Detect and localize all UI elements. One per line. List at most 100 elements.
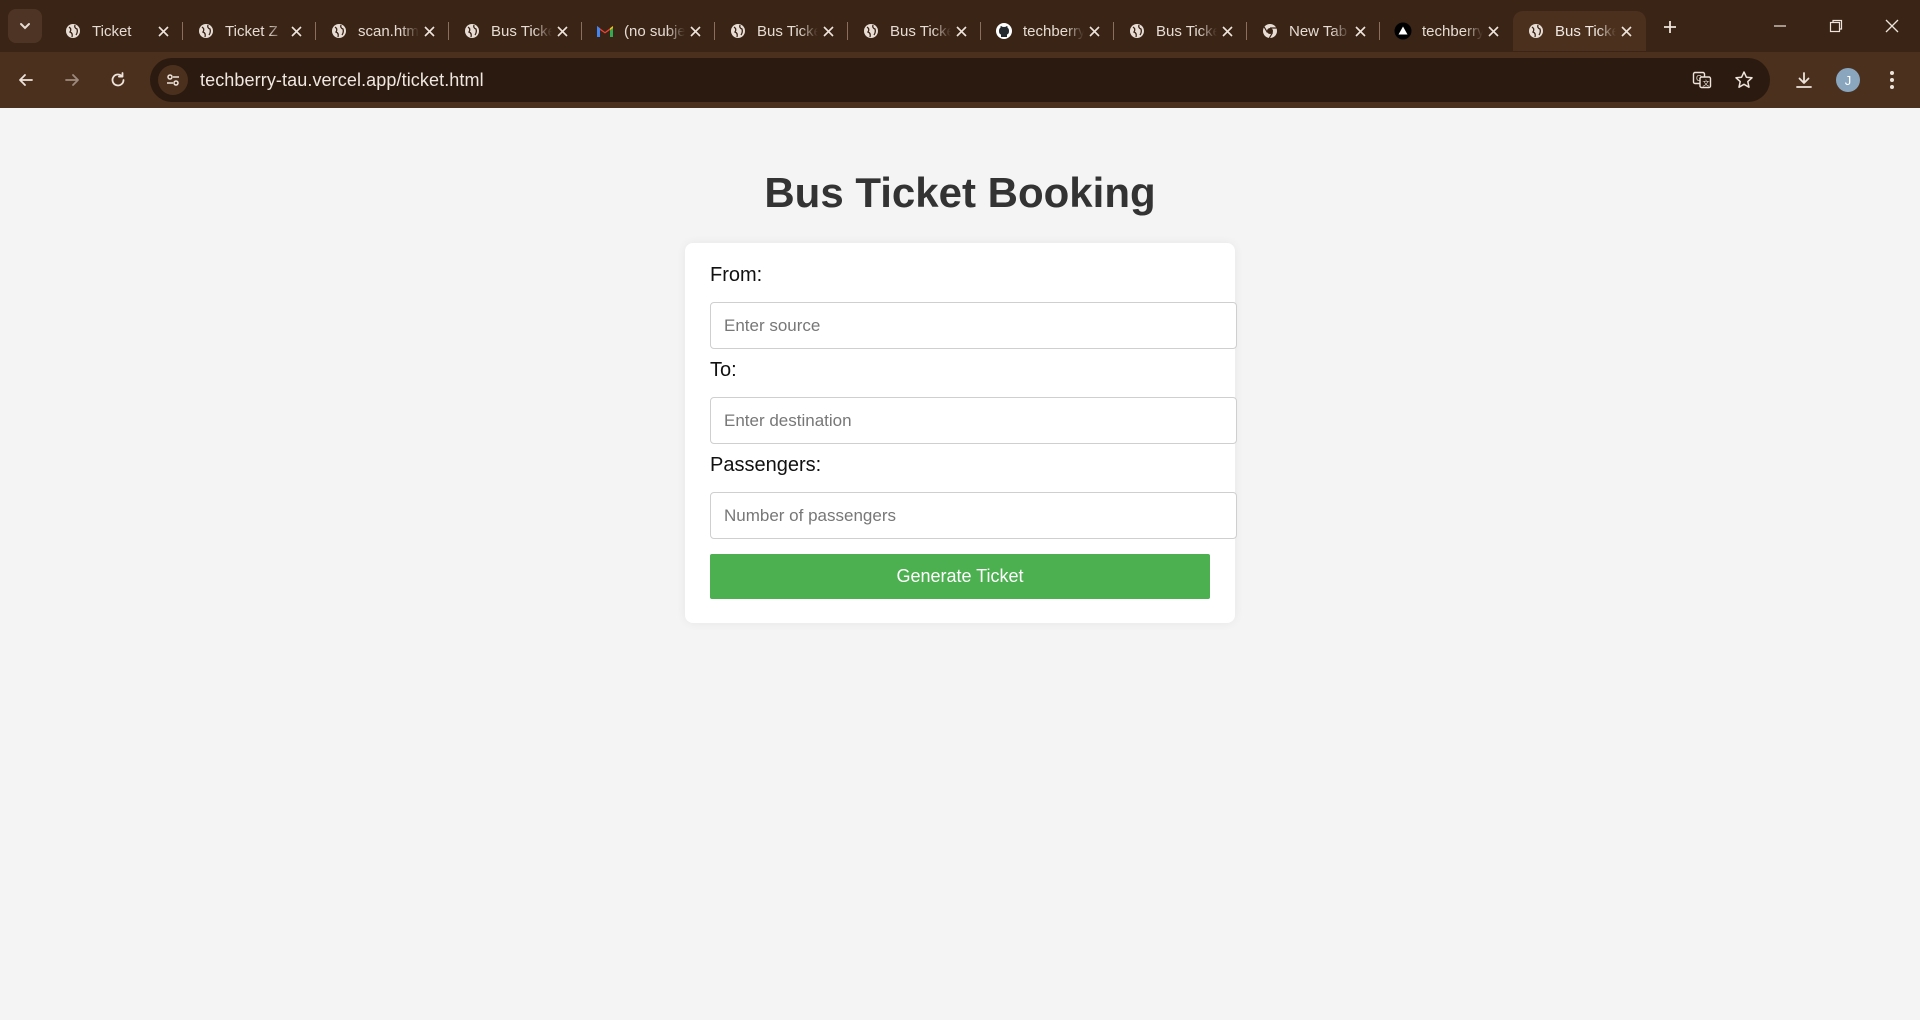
- tab-search-button[interactable]: [8, 9, 42, 43]
- tab-title: Ticket: [92, 22, 132, 40]
- browser-tab[interactable]: scan.html: [315, 11, 449, 51]
- url-text[interactable]: techberry-tau.vercel.app/ticket.html: [200, 70, 484, 91]
- bookmark-button[interactable]: [1728, 64, 1760, 96]
- tab-title: Bus Ticket: [757, 22, 818, 40]
- tab-title: Bus Ticket: [1156, 22, 1217, 40]
- tab-title: Bus Ticket: [491, 22, 552, 40]
- reload-button[interactable]: [98, 60, 138, 100]
- close-tab-button[interactable]: [1084, 21, 1104, 41]
- site-info-button[interactable]: [158, 65, 188, 95]
- close-tab-button[interactable]: [286, 21, 306, 41]
- close-icon: [1885, 19, 1899, 33]
- new-tab-button[interactable]: [1654, 11, 1686, 43]
- close-icon: [556, 25, 568, 37]
- close-tab-button[interactable]: [1217, 21, 1237, 41]
- tab-title: Bus Ticket: [1555, 22, 1616, 40]
- globe-icon: [463, 22, 481, 40]
- close-icon: [1354, 25, 1366, 37]
- vercel-icon: [1394, 22, 1412, 40]
- tab-title: techberry: [1023, 22, 1084, 40]
- close-icon: [822, 25, 834, 37]
- globe-icon: [1527, 22, 1545, 40]
- gmail-icon: [596, 22, 614, 40]
- page-title: Bus Ticket Booking: [764, 169, 1156, 216]
- browser-tab[interactable]: techberry: [1379, 11, 1513, 51]
- to-input[interactable]: [710, 397, 1237, 444]
- globe-icon: [197, 22, 215, 40]
- download-icon: [1796, 72, 1812, 88]
- generate-ticket-button[interactable]: Generate Ticket: [710, 554, 1210, 599]
- tab-title: Bus Ticket: [890, 22, 951, 40]
- close-tab-button[interactable]: [153, 21, 173, 41]
- booking-form: From: To: Passengers: Generate Ticket: [685, 243, 1237, 623]
- tab-title: (no subject): [624, 22, 685, 40]
- browser-tab[interactable]: Ticket Z: [182, 11, 316, 51]
- close-tab-button[interactable]: [1483, 21, 1503, 41]
- plus-icon: [1664, 21, 1676, 33]
- menu-button[interactable]: [1870, 58, 1914, 102]
- arrow-left-icon: [19, 74, 33, 86]
- globe-icon: [330, 22, 348, 40]
- close-window-button[interactable]: [1864, 0, 1920, 52]
- downloads-button[interactable]: [1782, 58, 1826, 102]
- close-tab-button[interactable]: [685, 21, 705, 41]
- browser-tab[interactable]: Bus Ticket: [1113, 11, 1247, 51]
- restore-icon: [1829, 19, 1843, 33]
- close-icon: [423, 25, 435, 37]
- tab-title: Ticket Z: [225, 22, 278, 40]
- github-icon: [995, 22, 1013, 40]
- browser-tab[interactable]: (no subject): [581, 11, 715, 51]
- browser-tab[interactable]: techberry: [980, 11, 1114, 51]
- svg-text:文: 文: [1703, 79, 1710, 88]
- close-icon: [1088, 25, 1100, 37]
- close-tab-button[interactable]: [419, 21, 439, 41]
- minimize-button[interactable]: [1752, 0, 1808, 52]
- close-tab-button[interactable]: [552, 21, 572, 41]
- from-input[interactable]: [710, 302, 1237, 349]
- browser-tab[interactable]: Bus Ticket: [448, 11, 582, 51]
- browser-tab[interactable]: Bus Ticket: [1513, 11, 1646, 51]
- browser-tab[interactable]: Ticket: [50, 11, 183, 51]
- browser-toolbar: techberry-tau.vercel.app/ticket.html G文 …: [0, 52, 1920, 108]
- globe-icon: [64, 22, 82, 40]
- window-controls: [1752, 0, 1920, 52]
- star-icon: [1735, 71, 1753, 88]
- close-icon: [1487, 25, 1499, 37]
- chrome-icon: [1261, 22, 1279, 40]
- passengers-label: Passengers:: [710, 454, 822, 476]
- from-label: From:: [710, 264, 763, 286]
- page-content: Bus Ticket Booking From: To: Passengers:…: [0, 108, 1920, 1020]
- forward-button[interactable]: [52, 60, 92, 100]
- to-label: To:: [710, 359, 737, 381]
- browser-tab[interactable]: New Tab: [1246, 11, 1380, 51]
- restore-button[interactable]: [1808, 0, 1864, 52]
- arrow-right-icon: [65, 74, 79, 86]
- globe-icon: [862, 22, 880, 40]
- translate-button[interactable]: G文: [1686, 64, 1718, 96]
- kebab-menu-icon: [1890, 71, 1894, 89]
- chevron-down-icon: [20, 23, 30, 30]
- tab-strip: Ticket Ticket Z scan.html Bus Ticket (no sub…: [50, 0, 1646, 52]
- close-icon: [689, 25, 701, 37]
- close-icon: [955, 25, 967, 37]
- tab-title: New Tab: [1289, 22, 1348, 40]
- browser-tab[interactable]: Bus Ticket: [847, 11, 981, 51]
- tab-title: scan.html: [358, 22, 419, 40]
- close-tab-button[interactable]: [951, 21, 971, 41]
- address-bar[interactable]: techberry-tau.vercel.app/ticket.html G文: [150, 58, 1770, 102]
- minimize-icon: [1774, 25, 1786, 27]
- close-icon: [1221, 25, 1233, 37]
- tab-title: techberry: [1422, 22, 1483, 40]
- passengers-input[interactable]: [710, 492, 1237, 539]
- close-tab-button[interactable]: [1616, 21, 1636, 41]
- globe-icon: [1128, 22, 1146, 40]
- back-button[interactable]: [6, 60, 46, 100]
- close-tab-button[interactable]: [818, 21, 838, 41]
- browser-tab[interactable]: Bus Ticket: [714, 11, 848, 51]
- browser-tab-bar: Ticket Ticket Z scan.html Bus Ticket (no sub…: [0, 0, 1920, 52]
- close-tab-button[interactable]: [1350, 21, 1370, 41]
- profile-avatar[interactable]: J: [1836, 68, 1860, 92]
- close-icon: [290, 25, 302, 37]
- tune-icon: [167, 74, 179, 86]
- translate-icon: G文: [1692, 71, 1712, 89]
